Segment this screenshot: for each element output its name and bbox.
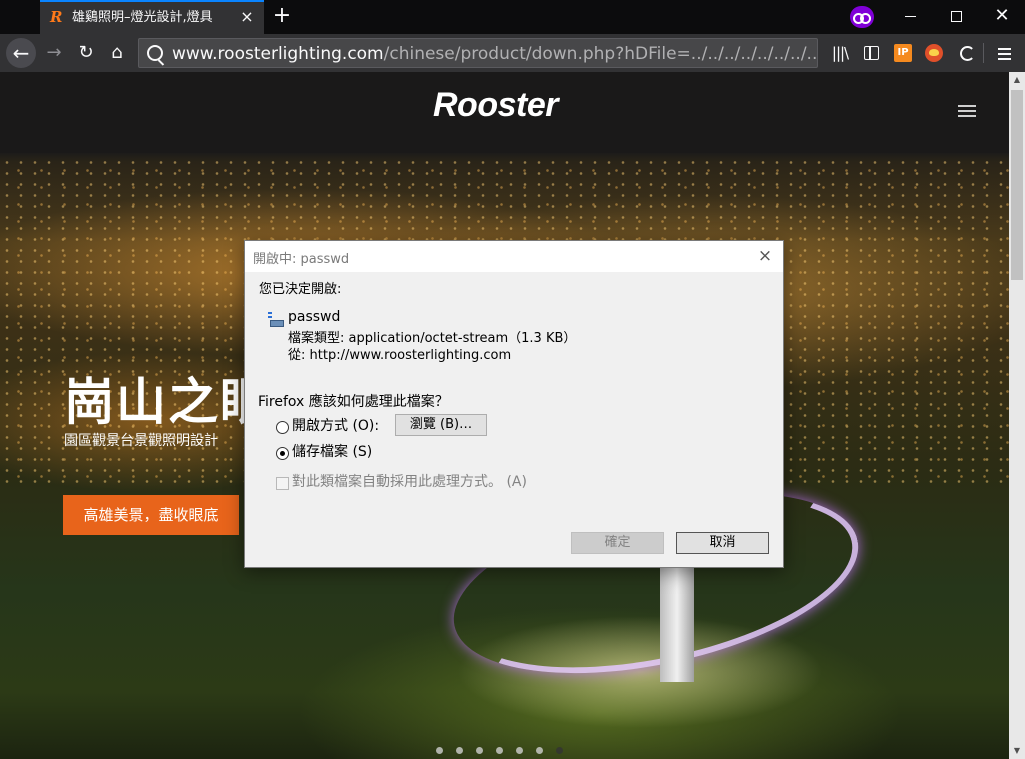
- file-type-info: 檔案類型: application/octet-stream（1.3 KB）: [288, 331, 577, 346]
- scroll-down-icon[interactable]: ▼: [1009, 743, 1025, 759]
- browse-button[interactable]: 瀏覽 (B)…: [395, 414, 487, 436]
- url-text[interactable]: www.roosterlighting.com/chinese/product/…: [172, 44, 818, 64]
- tab-strip: R 雄鷄照明–燈光設計,燈具 × + ✕: [0, 0, 1025, 34]
- new-tab-icon[interactable]: +: [270, 4, 294, 28]
- toolbar-divider: [983, 43, 984, 63]
- close-tab-icon[interactable]: ×: [238, 8, 256, 26]
- observation-tower-illustration: [660, 562, 694, 682]
- forward-arrow-icon[interactable]: →: [40, 39, 68, 67]
- save-file-label[interactable]: 儲存檔案 (S): [292, 444, 372, 460]
- site-header: Rooster: [0, 72, 1009, 153]
- reload-icon[interactable]: ↻: [72, 39, 100, 67]
- url-path: /chinese/product/down.php?hDFile=../../.…: [383, 44, 818, 64]
- hamburger-menu-icon[interactable]: [995, 43, 1015, 63]
- open-file-dialog: 開啟中: passwd × 您已決定開啟: passwd 檔案類型: appli…: [244, 240, 784, 568]
- active-tab[interactable]: R 雄鷄照明–燈光設計,燈具 ×: [40, 0, 264, 34]
- slider-dot-active[interactable]: [556, 747, 563, 754]
- dialog-title: 開啟中: passwd: [253, 252, 350, 267]
- open-with-label[interactable]: 開啟方式 (O):: [292, 418, 379, 434]
- close-window-button[interactable]: ✕: [989, 4, 1015, 28]
- page-scrollbar[interactable]: ▲ ▼: [1009, 72, 1025, 759]
- save-file-radio[interactable]: [276, 447, 289, 460]
- tab-title: 雄鷄照明–燈光設計,燈具: [72, 10, 213, 25]
- dialog-close-icon[interactable]: ×: [755, 246, 775, 266]
- slider-dot[interactable]: [496, 747, 503, 754]
- extension-icon[interactable]: [925, 44, 943, 62]
- ok-button[interactable]: 確定: [571, 532, 664, 554]
- slider-dot[interactable]: [476, 747, 483, 754]
- scroll-up-icon[interactable]: ▲: [1009, 72, 1025, 88]
- file-source-info: 從: http://www.roosterlighting.com: [288, 348, 512, 363]
- auto-action-label[interactable]: 對此類檔案自動採用此處理方式。 (A): [292, 474, 527, 490]
- library-icon[interactable]: |||\: [830, 43, 850, 63]
- file-type-icon: [268, 312, 284, 327]
- cancel-button[interactable]: 取消: [676, 532, 769, 554]
- home-icon[interactable]: ⌂: [103, 39, 131, 67]
- site-favicon-icon: R: [50, 8, 63, 26]
- sync-icon[interactable]: [957, 43, 977, 63]
- url-bar[interactable]: www.roosterlighting.com/chinese/product/…: [138, 38, 818, 68]
- chosen-to-open-label: 您已決定開啟:: [259, 282, 342, 297]
- minimize-window-button[interactable]: [897, 4, 923, 28]
- scrollbar-thumb[interactable]: [1011, 90, 1023, 280]
- slider-dot[interactable]: [436, 747, 443, 754]
- slider-dots: [436, 739, 576, 754]
- sidebar-icon[interactable]: [861, 43, 881, 63]
- private-browsing-icon: [850, 6, 874, 28]
- slider-dot[interactable]: [516, 747, 523, 754]
- back-arrow-icon[interactable]: ←: [6, 38, 36, 68]
- open-with-radio[interactable]: [276, 421, 289, 434]
- search-icon: [147, 45, 163, 61]
- slider-dot[interactable]: [536, 747, 543, 754]
- site-menu-icon[interactable]: [958, 105, 976, 107]
- auto-action-checkbox[interactable]: [276, 477, 289, 490]
- site-logo[interactable]: Rooster: [433, 86, 558, 125]
- file-name: passwd: [288, 309, 341, 325]
- hero-cta-button[interactable]: 高雄美景，盡收眼底: [63, 495, 239, 535]
- handling-question: Firefox 應該如何處理此檔案？: [258, 394, 449, 410]
- navigation-toolbar: ← → ↻ ⌂ www.roosterlighting.com/chinese/…: [0, 34, 1025, 72]
- hero-title: 崗山之眼: [64, 373, 272, 431]
- url-host: www.roosterlighting.com: [172, 44, 384, 64]
- ip-extension-icon[interactable]: IP: [894, 44, 912, 62]
- hero-subtitle: 園區觀景台景觀照明設計: [64, 433, 218, 449]
- maximize-window-button[interactable]: [943, 4, 969, 28]
- slider-dot[interactable]: [456, 747, 463, 754]
- dialog-titlebar[interactable]: 開啟中: passwd ×: [245, 241, 783, 272]
